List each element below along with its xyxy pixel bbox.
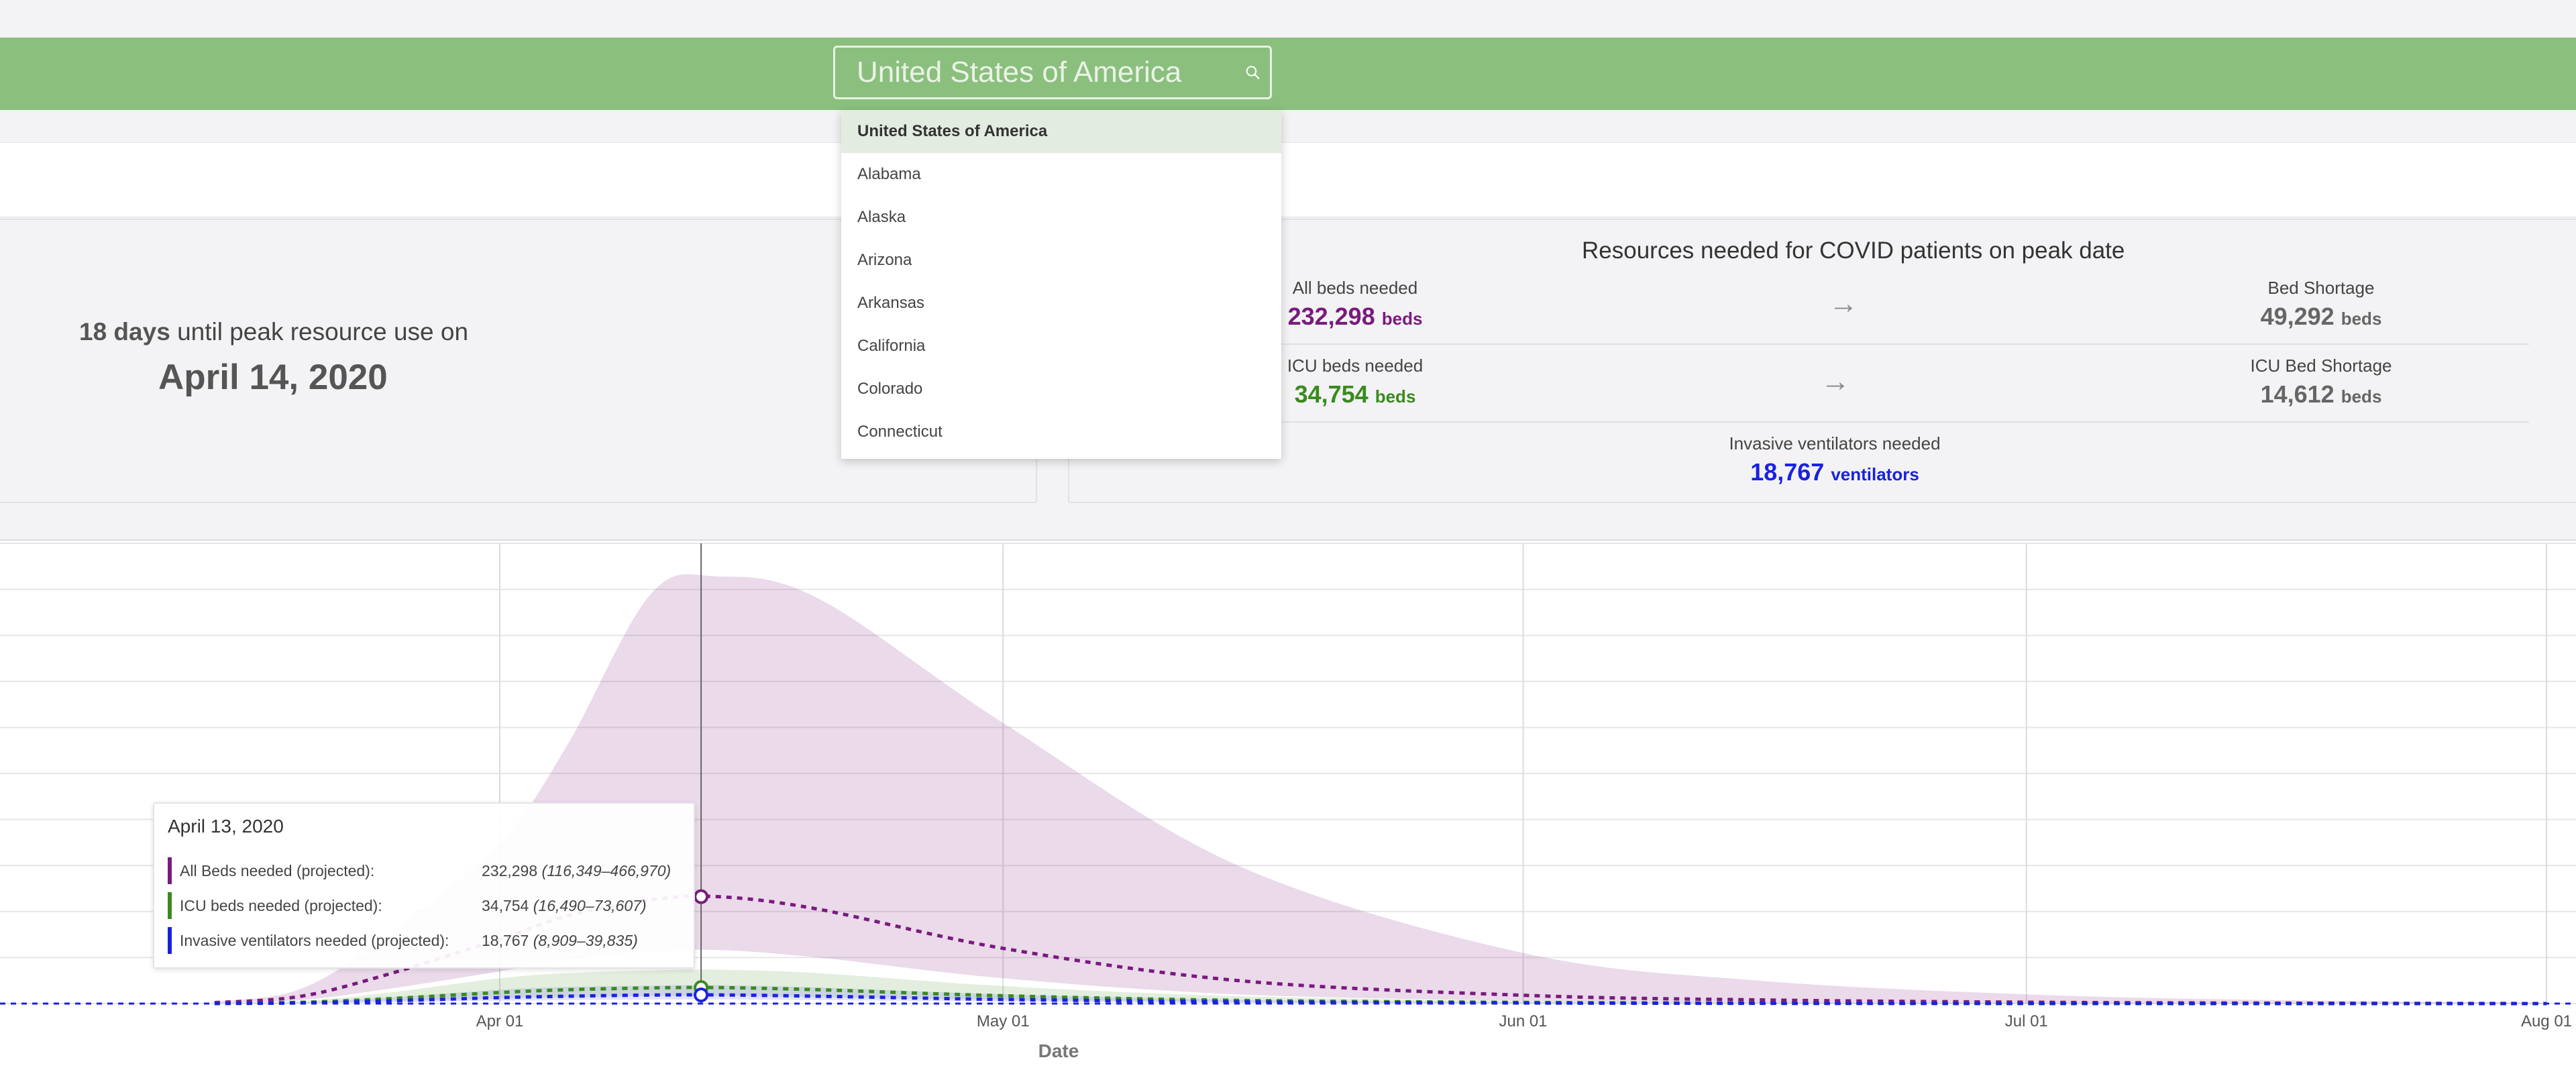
- tooltip-row-range: (8,909–39,835): [533, 931, 638, 949]
- location-search-input[interactable]: [855, 47, 1244, 98]
- location-dropdown[interactable]: United States of America Alabama Alaska …: [841, 110, 1281, 459]
- info-strip: [0, 142, 2576, 217]
- bed-shortage-label: Bed Shortage: [2267, 278, 2375, 298]
- series-point: [694, 889, 709, 904]
- x-tick-label: Jul 01: [2005, 1012, 2048, 1030]
- all-beds-label: All beds needed: [1292, 278, 1418, 298]
- ventilators-unit: ventilators: [1831, 464, 1919, 484]
- tooltip-row-value: 34,754: [482, 896, 529, 914]
- icu-beds-label: ICU beds needed: [1287, 356, 1424, 376]
- search-icon[interactable]: [1244, 52, 1262, 93]
- all-beds-needed: All beds needed 232,298 beds: [1268, 278, 1442, 331]
- icu-shortage-label: ICU Bed Shortage: [2250, 356, 2392, 376]
- divider: [1268, 343, 2529, 345]
- resources-title: Resources needed for COVID patients on p…: [1582, 237, 2125, 264]
- bed-shortage: Bed Shortage 49,292 beds: [2227, 278, 2415, 331]
- tooltip-row-value: 18,767: [482, 931, 529, 949]
- divider: [1268, 421, 2529, 423]
- location-search-box[interactable]: [833, 46, 1272, 99]
- location-search-bar: [0, 38, 2576, 110]
- ventilators-value: 18,767: [1750, 458, 1825, 486]
- peak-text: until peak resource use on: [177, 318, 469, 345]
- dropdown-item-united-states[interactable]: United States of America: [841, 110, 1281, 153]
- series-swatch: [168, 927, 172, 954]
- tooltip-row-label: All Beds needed (projected):: [180, 861, 375, 879]
- all-beds-unit: beds: [1381, 309, 1423, 329]
- tooltip-row-range: (116,349–466,970): [541, 861, 672, 879]
- tooltip-row-value: 232,298: [482, 861, 538, 879]
- ventilators-needed: Invasive ventilators needed 18,767 venti…: [1690, 433, 1979, 486]
- series-swatch: [168, 892, 172, 919]
- dropdown-item-alaska[interactable]: Alaska: [841, 196, 1281, 239]
- tooltip-row-label: Invasive ventilators needed (projected):: [180, 931, 449, 949]
- dropdown-item-alabama[interactable]: Alabama: [841, 153, 1281, 196]
- icu-bed-shortage: ICU Bed Shortage 14,612 beds: [2227, 356, 2415, 409]
- series-swatch: [168, 857, 172, 884]
- series-point: [694, 987, 709, 1003]
- chart-tooltip: April 13, 2020 All Beds needed (projecte…: [153, 802, 695, 969]
- dropdown-item-arkansas[interactable]: Arkansas: [841, 282, 1281, 325]
- days-until-peak: 18 days until peak resource use on: [79, 318, 468, 346]
- bed-shortage-unit: beds: [2341, 309, 2382, 329]
- icu-beds-needed: ICU beds needed 34,754 beds: [1268, 356, 1442, 409]
- x-tick-label: Apr 01: [476, 1012, 524, 1030]
- dropdown-item-colorado[interactable]: Colorado: [841, 368, 1281, 411]
- all-beds-value: 232,298: [1287, 303, 1375, 330]
- bed-shortage-value: 49,292: [2260, 303, 2334, 330]
- icu-shortage-unit: beds: [2341, 386, 2382, 407]
- icu-beds-value: 34,754: [1294, 380, 1368, 408]
- x-tick-label: Aug 01: [2521, 1012, 2572, 1030]
- tooltip-row-label: ICU beds needed (projected):: [180, 896, 382, 914]
- icu-beds-unit: beds: [1375, 386, 1416, 407]
- ventilators-label: Invasive ventilators needed: [1729, 433, 1941, 453]
- icu-shortage-value: 14,612: [2260, 380, 2334, 408]
- dropdown-item-arizona[interactable]: Arizona: [841, 239, 1281, 282]
- tooltip-date: April 13, 2020: [168, 816, 284, 837]
- arrow-right-icon: →: [1829, 287, 1858, 320]
- dropdown-item-connecticut[interactable]: Connecticut: [841, 411, 1281, 453]
- arrow-right-icon: →: [1821, 365, 1850, 398]
- tooltip-row: ICU beds needed (projected): 34,754 (16,…: [168, 888, 680, 923]
- days-count: 18 days: [79, 318, 170, 345]
- x-axis-title: Date: [1038, 1040, 1079, 1061]
- tooltip-row: Invasive ventilators needed (projected):…: [168, 923, 680, 958]
- top-strip: [0, 0, 2576, 38]
- tooltip-row: All Beds needed (projected): 232,298 (11…: [168, 853, 680, 888]
- tooltip-row-range: (16,490–73,607): [533, 896, 647, 914]
- x-tick-label: Jun 01: [1499, 1012, 1547, 1030]
- x-tick-label: May 01: [977, 1012, 1030, 1030]
- dropdown-item-california[interactable]: California: [841, 325, 1281, 368]
- peak-date: April 14, 2020: [158, 358, 388, 397]
